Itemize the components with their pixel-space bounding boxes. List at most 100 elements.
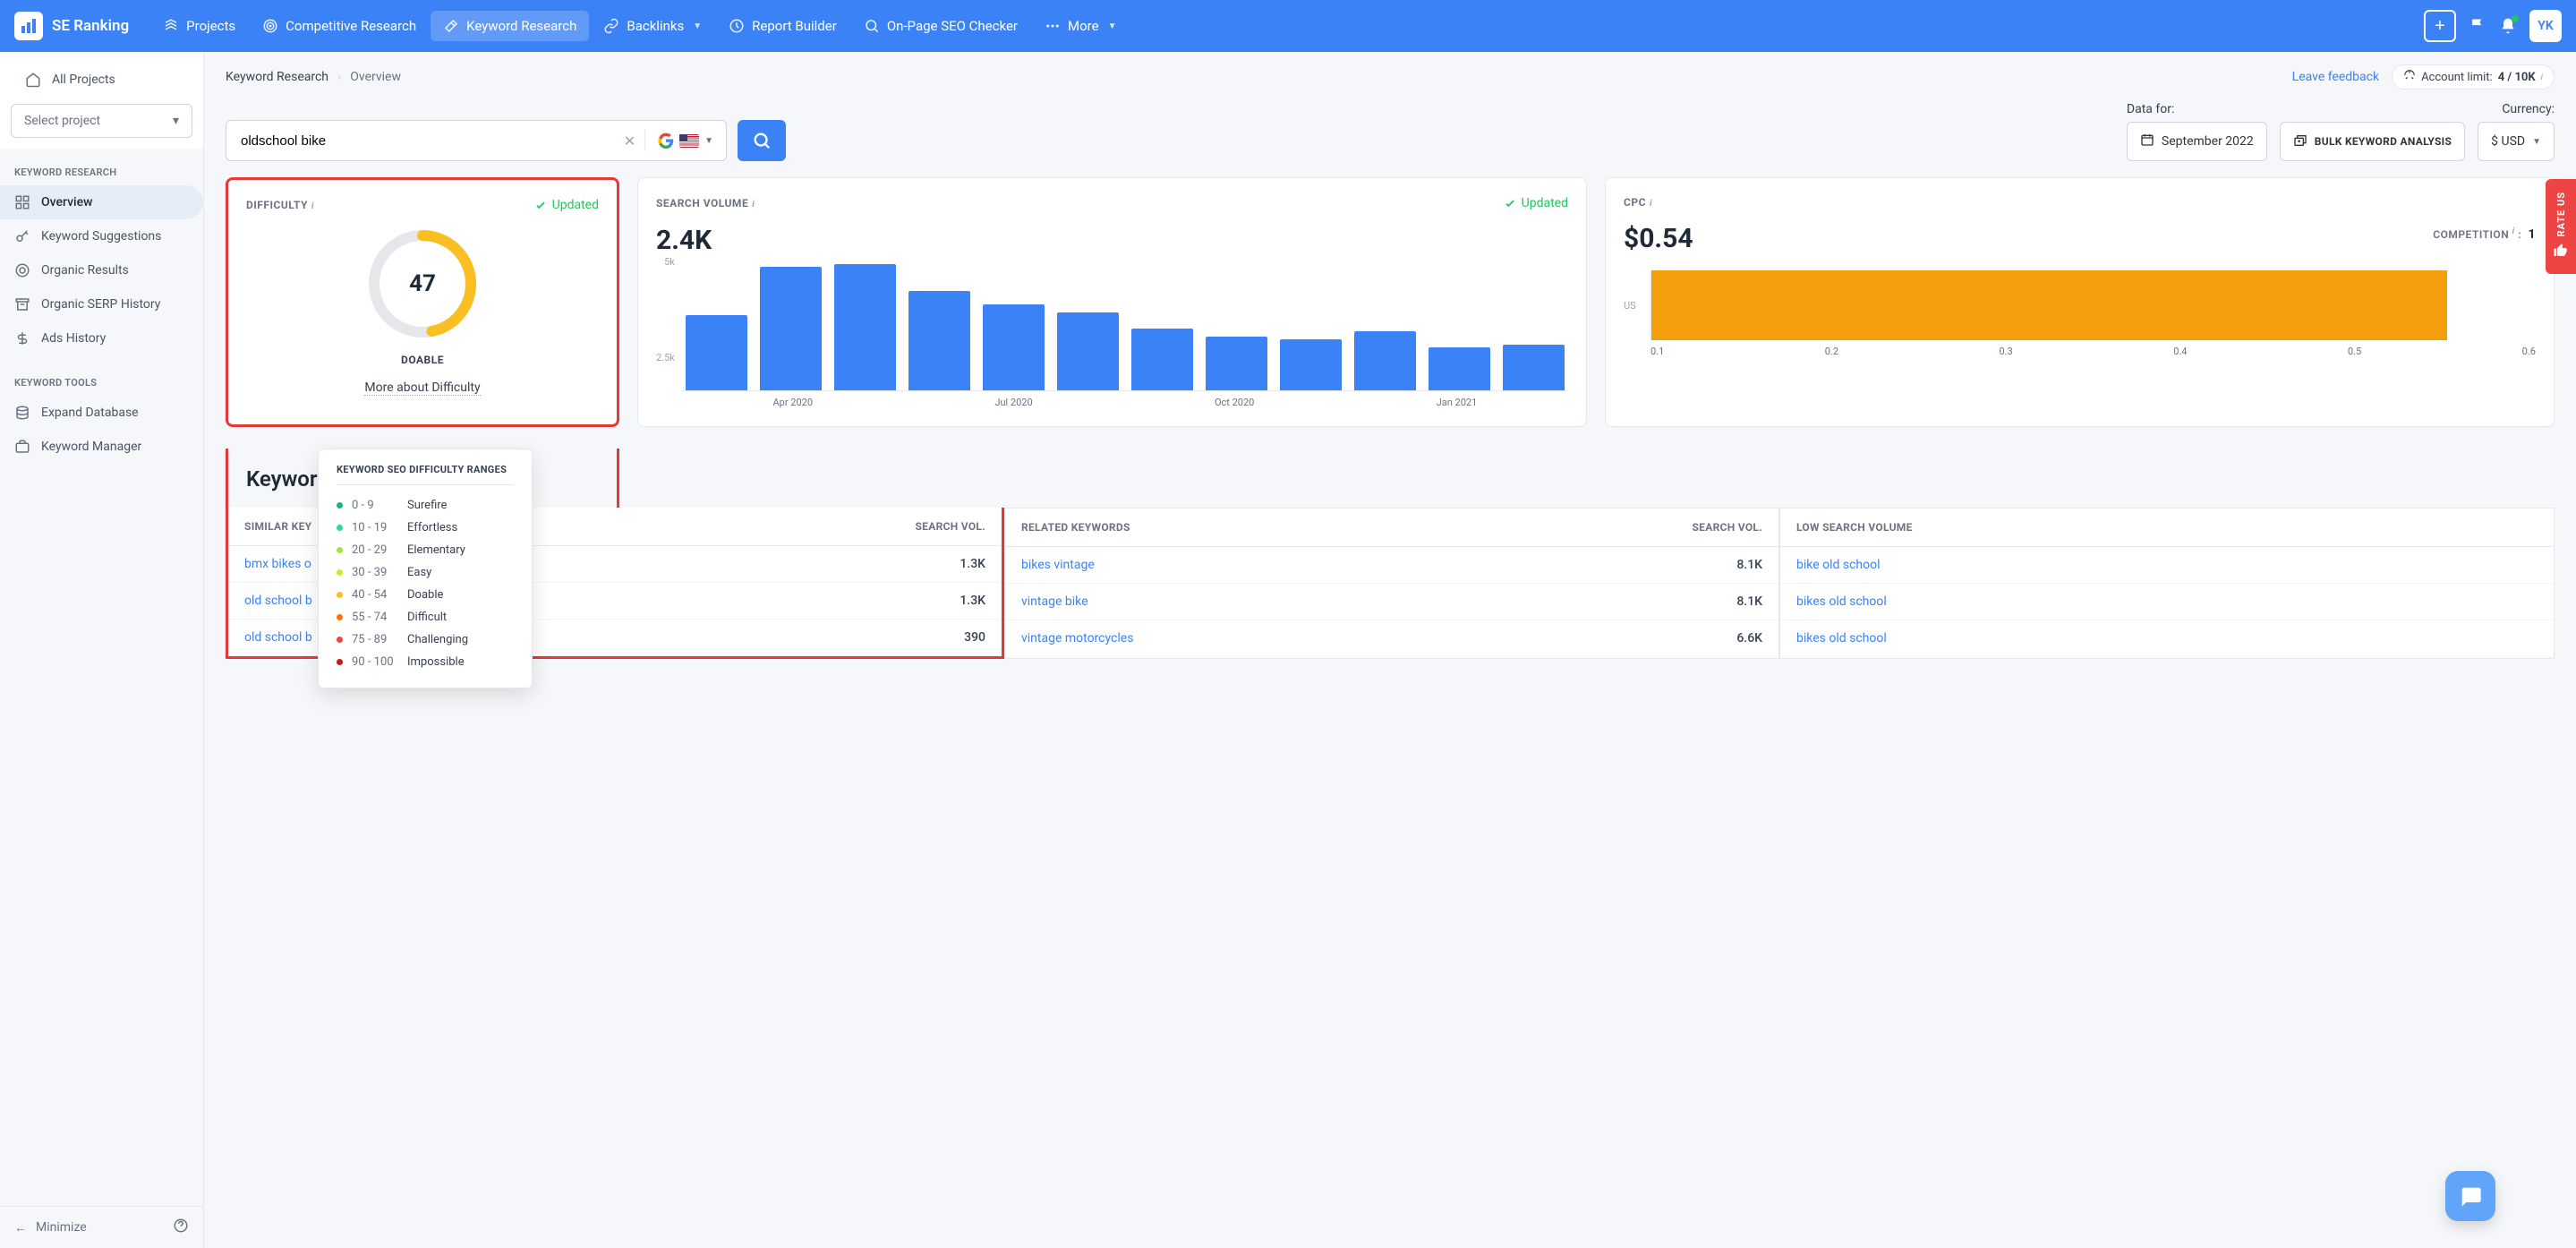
sidebar-overview[interactable]: Overview xyxy=(0,185,203,219)
keyword-input[interactable] xyxy=(226,133,615,149)
archive-icon xyxy=(14,296,30,312)
tooltip-range: 75 - 89 xyxy=(352,633,398,646)
arrow-left-icon: ← xyxy=(14,1220,27,1235)
nav-backlinks[interactable]: Backlinks ▼ xyxy=(591,11,714,41)
col-header: SEARCH VOL. xyxy=(915,520,985,533)
keyword-link[interactable]: bmx bikes o xyxy=(244,557,311,571)
logo[interactable]: SE Ranking xyxy=(14,12,129,40)
keyword-link[interactable]: old school b xyxy=(244,594,312,608)
tooltip-row: 90 - 100Impossible xyxy=(337,651,514,673)
feedback-link[interactable]: Leave feedback xyxy=(2292,70,2379,84)
sidebar-expand-db[interactable]: Expand Database xyxy=(0,396,203,430)
flag-icon[interactable] xyxy=(2469,17,2486,35)
nav-label: Projects xyxy=(186,18,235,34)
us-flag-icon xyxy=(679,134,699,148)
logo-icon xyxy=(14,12,43,40)
chevron-down-icon: ▾ xyxy=(173,114,179,128)
xtick: Apr 2020 xyxy=(773,397,814,408)
difficulty-link[interactable]: More about Difficulty xyxy=(364,380,480,396)
rate-us-tab[interactable]: RATE US xyxy=(2546,179,2576,274)
bulk-analysis-button[interactable]: BULK KEYWORD ANALYSIS xyxy=(2280,122,2465,161)
currency-selector[interactable]: $ USD ▼ xyxy=(2478,122,2555,161)
date-selector[interactable]: September 2022 xyxy=(2127,122,2267,161)
sidebar-label: Expand Database xyxy=(41,406,139,420)
keyword-link[interactable]: vintage bike xyxy=(1021,594,1088,609)
volume-bar xyxy=(1280,339,1342,390)
sidebar-label: Overview xyxy=(41,195,92,209)
nav-label: Keyword Research xyxy=(466,18,576,34)
project-selector[interactable]: Select project ▾ xyxy=(11,104,192,138)
nav-onpage[interactable]: On-Page SEO Checker xyxy=(851,11,1030,41)
data-for-label: Data for: xyxy=(2127,102,2267,116)
keyword-volume: 8.1K xyxy=(1736,558,1762,572)
info-icon[interactable]: i xyxy=(1650,199,1652,209)
ideas-section: Keywor SIMILAR KEY SEARCH VOL. bmx bikes… xyxy=(226,449,2555,659)
help-icon[interactable] xyxy=(173,1218,189,1237)
search-box: ✕ ▼ xyxy=(226,120,727,161)
chevron-right-icon: › xyxy=(337,70,341,84)
check-icon xyxy=(534,199,547,211)
check-icon xyxy=(1504,197,1516,209)
volume-bar xyxy=(1429,347,1490,390)
keyword-link[interactable]: bikes old school xyxy=(1796,594,1887,609)
sidebar-label: Keyword Manager xyxy=(41,440,141,454)
chat-button[interactable] xyxy=(2445,1171,2495,1221)
nav-keyword-research[interactable]: Keyword Research xyxy=(431,11,589,41)
keyword-link[interactable]: bikes old school xyxy=(1796,631,1887,645)
updated-badge: Updated xyxy=(534,198,599,212)
sidebar-serp-history[interactable]: Organic SERP History xyxy=(0,287,203,321)
sidebar-suggestions[interactable]: Keyword Suggestions xyxy=(0,219,203,253)
volume-value: 2.4K xyxy=(656,225,1568,256)
xtick: 0.4 xyxy=(2173,346,2187,357)
info-icon[interactable]: i xyxy=(311,201,314,211)
volume-bar xyxy=(983,304,1045,390)
clear-icon[interactable]: ✕ xyxy=(615,132,644,150)
breadcrumb-item[interactable]: Keyword Research xyxy=(226,70,328,84)
keyword-link[interactable]: old school b xyxy=(244,630,312,645)
nav-report[interactable]: Report Builder xyxy=(716,11,849,41)
tooltip-row: 30 - 39Easy xyxy=(337,561,514,584)
sidebar-label: Organic Results xyxy=(41,263,129,278)
competition-label: COMPETITION i : 1 xyxy=(2433,227,2536,242)
nav-more[interactable]: More ▼ xyxy=(1032,11,1129,41)
section-title: KEYWORD TOOLS xyxy=(0,370,203,396)
sidebar-all-projects[interactable]: All Projects xyxy=(11,63,192,97)
bell-icon[interactable] xyxy=(2499,17,2517,35)
info-icon[interactable]: i xyxy=(2512,227,2515,236)
tooltip-label: Elementary xyxy=(407,543,465,557)
keyword-volume: 8.1K xyxy=(1736,594,1762,609)
info-icon[interactable]: i xyxy=(752,200,755,209)
locale-selector[interactable]: ▼ xyxy=(645,132,726,149)
keyword-link[interactable]: vintage motorcycles xyxy=(1021,631,1133,645)
avatar[interactable]: YK xyxy=(2529,10,2562,42)
cpc-bar xyxy=(1651,270,2447,340)
cards-row: DIFFICULTYi Updated 47 DOABLE xyxy=(204,177,2576,427)
volume-chart: 5k 2.5k Apr 2020 Jul 2020 Oct 2020 Jan 2… xyxy=(656,256,1568,408)
search-icon xyxy=(864,18,880,34)
tooltip-range: 40 - 54 xyxy=(352,588,398,602)
sidebar-ads[interactable]: Ads History xyxy=(0,321,203,355)
database-icon xyxy=(14,405,30,421)
search-button[interactable] xyxy=(738,120,786,161)
account-limit-badge[interactable]: Account limit: 4 / 10K i xyxy=(2392,64,2555,90)
card-title: DIFFICULTY xyxy=(246,199,308,211)
dot-icon xyxy=(337,547,343,553)
xtick: 0.1 xyxy=(1651,346,1664,357)
key-icon xyxy=(14,228,30,244)
nav-label: More xyxy=(1068,18,1099,34)
nav-projects[interactable]: Projects xyxy=(150,11,248,41)
difficulty-gauge: 47 xyxy=(365,227,480,341)
dot-icon xyxy=(337,659,343,665)
chevron-down-icon: ▼ xyxy=(1108,21,1117,31)
nav-competitive[interactable]: Competitive Research xyxy=(250,11,429,41)
add-button[interactable]: + xyxy=(2424,10,2456,42)
sidebar-kw-manager[interactable]: Keyword Manager xyxy=(0,430,203,464)
keyword-link[interactable]: bike old school xyxy=(1796,558,1881,572)
keyword-link[interactable]: bikes vintage xyxy=(1021,558,1095,572)
sidebar-organic[interactable]: Organic Results xyxy=(0,253,203,287)
section-title: KEYWORD RESEARCH xyxy=(0,159,203,185)
thumbs-up-icon xyxy=(2553,243,2569,261)
app-title: SE Ranking xyxy=(52,17,129,35)
minimize-button[interactable]: ← Minimize xyxy=(14,1220,87,1235)
notification-dot xyxy=(2512,15,2519,22)
